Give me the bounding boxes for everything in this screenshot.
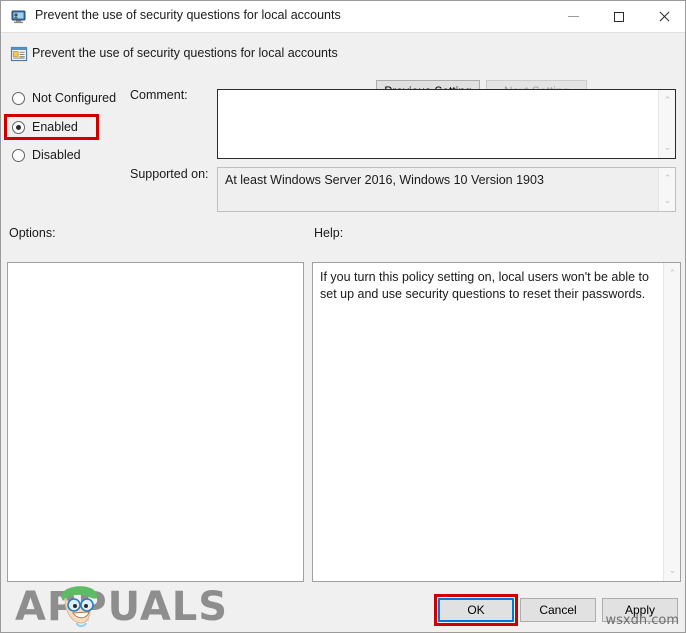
- computer-policy-icon: [10, 8, 28, 26]
- comment-scrollbar[interactable]: ⌃ ⌄: [658, 90, 675, 158]
- close-button[interactable]: [641, 1, 685, 32]
- options-label: Options:: [9, 226, 56, 240]
- setting-header: Prevent the use of security questions fo…: [1, 33, 685, 103]
- setting-title: Prevent the use of security questions fo…: [32, 46, 338, 60]
- window-title: Prevent the use of security questions fo…: [35, 8, 341, 22]
- comment-input[interactable]: ⌃ ⌄: [217, 89, 676, 159]
- radio-not-configured[interactable]: Not Configured: [12, 91, 116, 105]
- supported-on-value: At least Windows Server 2016, Windows 10…: [225, 173, 544, 187]
- scroll-down-icon[interactable]: ⌄: [659, 192, 676, 209]
- radio-enabled[interactable]: Enabled: [12, 120, 78, 134]
- watermark-brand-text: APPUALS: [15, 584, 229, 630]
- scroll-up-icon[interactable]: ⌃: [659, 92, 676, 109]
- help-panel: If you turn this policy setting on, loca…: [312, 262, 681, 582]
- maximize-button[interactable]: [596, 1, 641, 32]
- appuals-watermark: APPUALS: [15, 583, 229, 631]
- radio-circle-not-configured: [12, 91, 25, 105]
- scroll-up-icon[interactable]: ⌃: [664, 265, 681, 282]
- radio-disabled[interactable]: Disabled: [12, 148, 81, 162]
- policy-setting-icon: [10, 45, 28, 63]
- apply-button[interactable]: Apply: [602, 598, 678, 622]
- radio-label-disabled: Disabled: [32, 148, 81, 162]
- options-panel[interactable]: [7, 262, 304, 582]
- radio-circle-enabled: [12, 120, 25, 134]
- ok-button[interactable]: OK: [438, 598, 514, 622]
- minimize-icon: [568, 16, 579, 17]
- title-bar: Prevent the use of security questions fo…: [1, 1, 685, 33]
- radio-label-not-configured: Not Configured: [32, 91, 117, 105]
- supported-on-scrollbar[interactable]: ⌃ ⌄: [658, 168, 675, 211]
- supported-on-label: Supported on:: [130, 167, 209, 181]
- scroll-down-icon[interactable]: ⌄: [664, 562, 681, 579]
- close-icon: [658, 11, 670, 23]
- minimize-button[interactable]: [551, 1, 596, 32]
- help-label: Help:: [314, 226, 344, 240]
- group-policy-setting-dialog: Prevent the use of security questions fo…: [0, 0, 686, 633]
- scroll-up-icon[interactable]: ⌃: [659, 170, 676, 187]
- cancel-button[interactable]: Cancel: [520, 598, 596, 622]
- supported-on-field: At least Windows Server 2016, Windows 10…: [217, 167, 676, 212]
- radio-label-enabled: Enabled: [32, 120, 78, 134]
- help-text: If you turn this policy setting on, loca…: [320, 270, 649, 301]
- scroll-down-icon[interactable]: ⌄: [659, 139, 676, 156]
- radio-circle-disabled: [12, 148, 25, 162]
- mascot-icon: [53, 579, 103, 631]
- comment-label: Comment:: [130, 88, 188, 102]
- help-scrollbar[interactable]: ⌃ ⌄: [663, 263, 680, 581]
- maximize-icon: [613, 11, 624, 22]
